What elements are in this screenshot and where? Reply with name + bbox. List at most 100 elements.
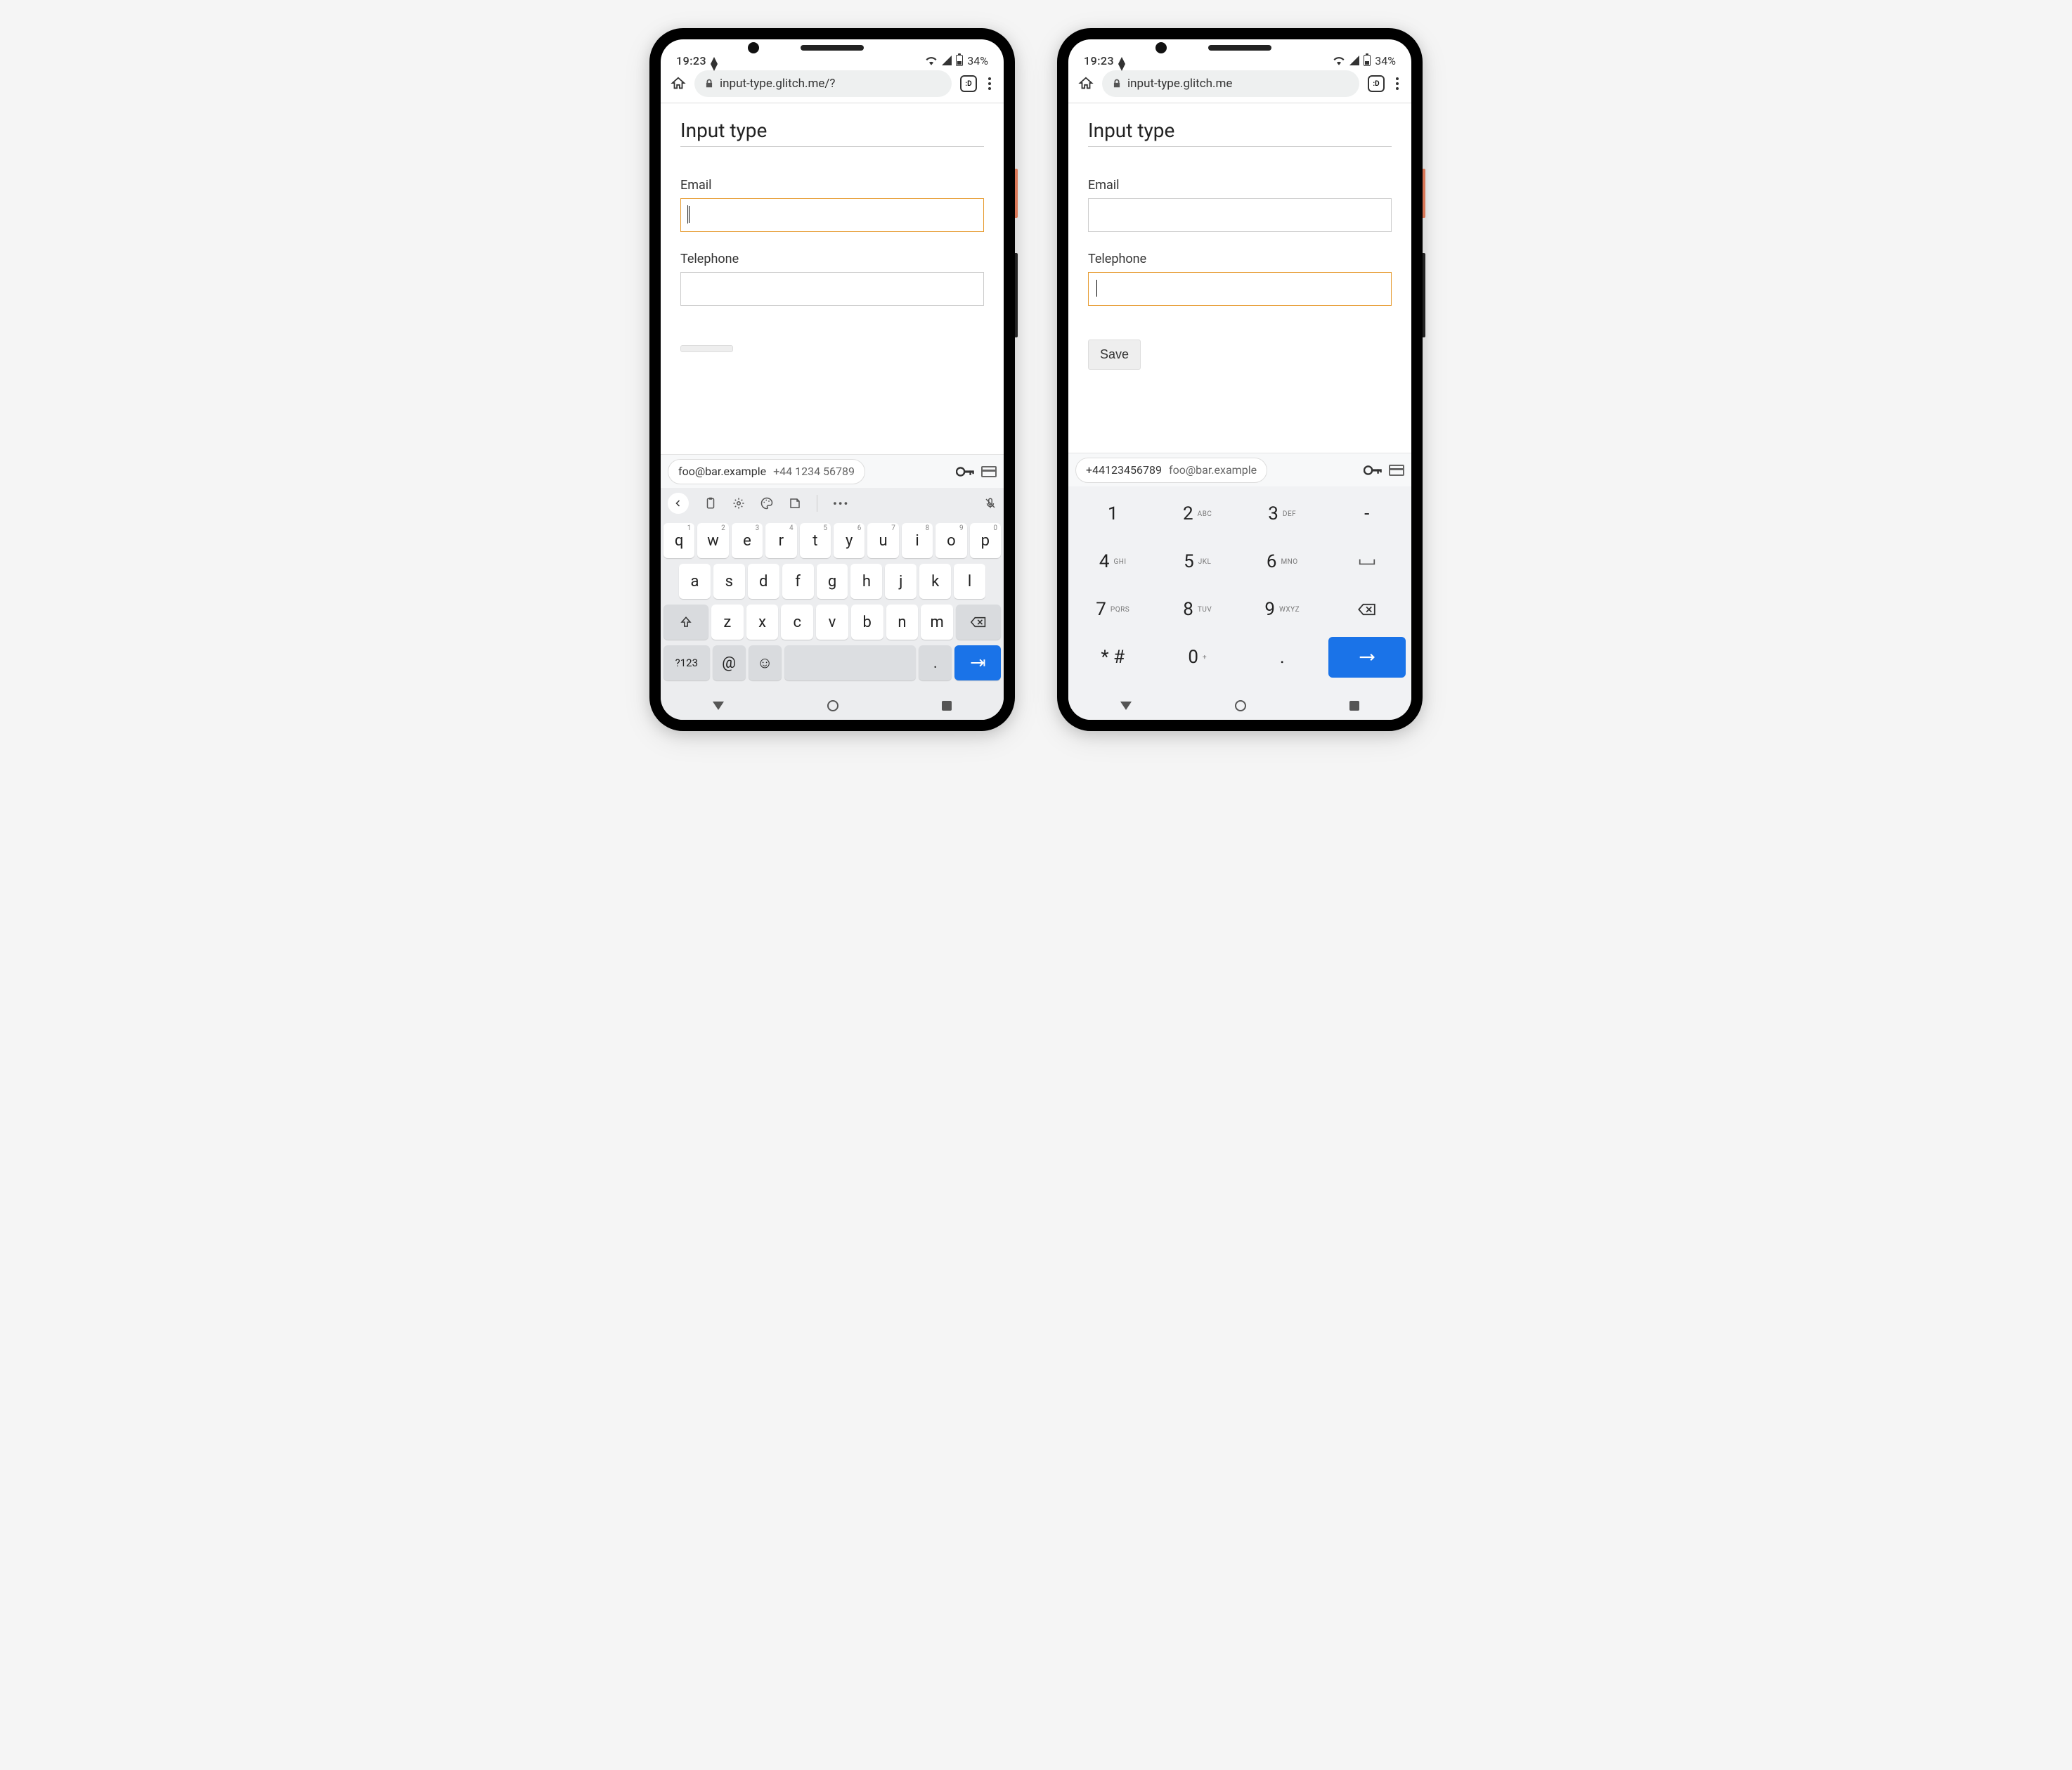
page-content: Input type Email Telephone Save xyxy=(1068,103,1411,453)
page-content: Input type Email Telephone Save xyxy=(661,103,1004,454)
gear-icon[interactable] xyxy=(732,497,745,510)
key-w[interactable]: w2 xyxy=(697,523,728,558)
autofill-suggestion[interactable]: foo@bar.example +44 1234 56789 xyxy=(668,459,865,484)
url-bar[interactable]: input-type.glitch.me xyxy=(1102,70,1359,97)
key-u[interactable]: u7 xyxy=(867,523,898,558)
numkey-0[interactable]: 0+ xyxy=(1159,637,1237,678)
backspace-key[interactable] xyxy=(956,605,1001,640)
key-k[interactable]: k xyxy=(919,564,951,599)
numkey-1[interactable]: 1 xyxy=(1074,493,1152,534)
key-h[interactable]: h xyxy=(850,564,882,599)
symbols-key[interactable]: ?123 xyxy=(663,645,710,680)
autofill-suggestion-row: foo@bar.example +44 1234 56789 xyxy=(661,454,1004,488)
key-d[interactable]: d xyxy=(748,564,779,599)
key-y[interactable]: y6 xyxy=(834,523,865,558)
email-field[interactable] xyxy=(680,198,984,232)
shift-key[interactable] xyxy=(663,605,708,640)
key-icon[interactable] xyxy=(956,466,974,477)
numkey-9[interactable]: 9WXYZ xyxy=(1243,589,1321,630)
overflow-menu-icon[interactable] xyxy=(985,75,994,93)
key-r[interactable]: r4 xyxy=(765,523,796,558)
space-key[interactable] xyxy=(784,645,917,680)
numkey--[interactable]: - xyxy=(1328,493,1406,534)
suggestion-phone: +44123456789 xyxy=(1086,463,1162,477)
key-s[interactable]: s xyxy=(713,564,745,599)
period-key[interactable]: . xyxy=(919,645,952,680)
key-b[interactable]: b xyxy=(851,605,883,640)
tabs-button[interactable]: :D xyxy=(1368,75,1385,92)
save-button[interactable]: Save xyxy=(1088,340,1141,370)
keyboard-back-button[interactable] xyxy=(668,493,689,514)
key-t[interactable]: t5 xyxy=(800,523,831,558)
home-icon[interactable] xyxy=(1078,76,1094,91)
telephone-field[interactable] xyxy=(680,272,984,306)
key-icon[interactable] xyxy=(1364,465,1382,476)
key-c[interactable]: c xyxy=(781,605,813,640)
numkey-7[interactable]: 7PQRS xyxy=(1074,589,1152,630)
card-icon[interactable] xyxy=(981,466,997,477)
numkey-5[interactable]: 5JKL xyxy=(1159,541,1237,582)
overflow-menu-icon[interactable] xyxy=(1393,75,1401,93)
nav-home-icon[interactable] xyxy=(1235,700,1246,711)
key-z[interactable]: z xyxy=(711,605,744,640)
key-o[interactable]: o9 xyxy=(935,523,966,558)
enter-key[interactable] xyxy=(954,645,1001,680)
key-v[interactable]: v xyxy=(816,605,848,640)
nav-back-icon[interactable] xyxy=(1120,702,1132,710)
numkey-2[interactable]: 2ABC xyxy=(1159,493,1237,534)
clipboard-icon[interactable] xyxy=(704,497,717,510)
numkey-del[interactable] xyxy=(1328,589,1406,630)
android-navbar xyxy=(1068,692,1411,720)
nav-back-icon[interactable] xyxy=(713,702,724,710)
key-j[interactable]: j xyxy=(885,564,917,599)
wifi-icon xyxy=(1333,56,1345,65)
numkey-3[interactable]: 3DEF xyxy=(1243,493,1321,534)
url-text: input-type.glitch.me/? xyxy=(720,77,835,91)
numkey-4[interactable]: 4GHI xyxy=(1074,541,1152,582)
key-l[interactable]: l xyxy=(954,564,985,599)
key-m[interactable]: m xyxy=(921,605,953,640)
nav-recents-icon[interactable] xyxy=(942,701,952,711)
mic-off-icon[interactable] xyxy=(984,497,997,510)
hourglass-icon xyxy=(711,57,718,64)
nav-home-icon[interactable] xyxy=(827,700,838,711)
hourglass-icon xyxy=(1118,57,1125,64)
key-n[interactable]: n xyxy=(886,605,919,640)
key-i[interactable]: i8 xyxy=(902,523,933,558)
more-icon[interactable]: ••• xyxy=(833,497,849,510)
home-icon[interactable] xyxy=(671,76,686,91)
screen-right: 19:23 34% input-type.glitch.me :D Input xyxy=(1068,39,1411,720)
card-icon[interactable] xyxy=(1389,465,1404,476)
key-f[interactable]: f xyxy=(782,564,814,599)
key-g[interactable]: g xyxy=(817,564,848,599)
nav-recents-icon[interactable] xyxy=(1349,701,1359,711)
key-p[interactable]: p0 xyxy=(970,523,1001,558)
email-label: Email xyxy=(1088,178,1392,193)
key-e[interactable]: e3 xyxy=(732,523,763,558)
palette-icon[interactable] xyxy=(760,497,773,510)
cell-signal-icon xyxy=(942,56,952,65)
save-button[interactable]: Save xyxy=(680,345,733,352)
telephone-field[interactable] xyxy=(1088,272,1392,306)
autofill-suggestion[interactable]: +44123456789 foo@bar.example xyxy=(1075,458,1267,483)
numkey-space[interactable] xyxy=(1328,541,1406,582)
url-bar[interactable]: input-type.glitch.me/? xyxy=(694,70,952,97)
key-q[interactable]: q1 xyxy=(663,523,694,558)
key-x[interactable]: x xyxy=(746,605,779,640)
emoji-key[interactable]: ☺ xyxy=(749,645,782,680)
numkey-6[interactable]: 6MNO xyxy=(1243,541,1321,582)
numeric-keypad: 12ABC3DEF- 4GHI5JKL6MNO 7PQRS8TUV9WXYZ * #0… xyxy=(1068,486,1411,692)
phone-speaker xyxy=(1208,45,1271,51)
phone-frame-left: 19:23 34% input-type.glitch.me/? :D Inpu xyxy=(649,28,1015,731)
numkey-.[interactable]: . xyxy=(1243,637,1321,678)
status-bar: 19:23 34% xyxy=(1068,39,1411,65)
sticker-icon[interactable] xyxy=(789,497,801,510)
numkey-* #[interactable]: * # xyxy=(1074,637,1152,678)
at-key[interactable]: @ xyxy=(713,645,746,680)
key-a[interactable]: a xyxy=(679,564,711,599)
numkey-8[interactable]: 8TUV xyxy=(1159,589,1237,630)
suggestion-phone: +44 1234 56789 xyxy=(773,465,855,478)
numkey-enter[interactable] xyxy=(1328,637,1406,678)
email-field[interactable] xyxy=(1088,198,1392,232)
tabs-button[interactable]: :D xyxy=(960,75,977,92)
